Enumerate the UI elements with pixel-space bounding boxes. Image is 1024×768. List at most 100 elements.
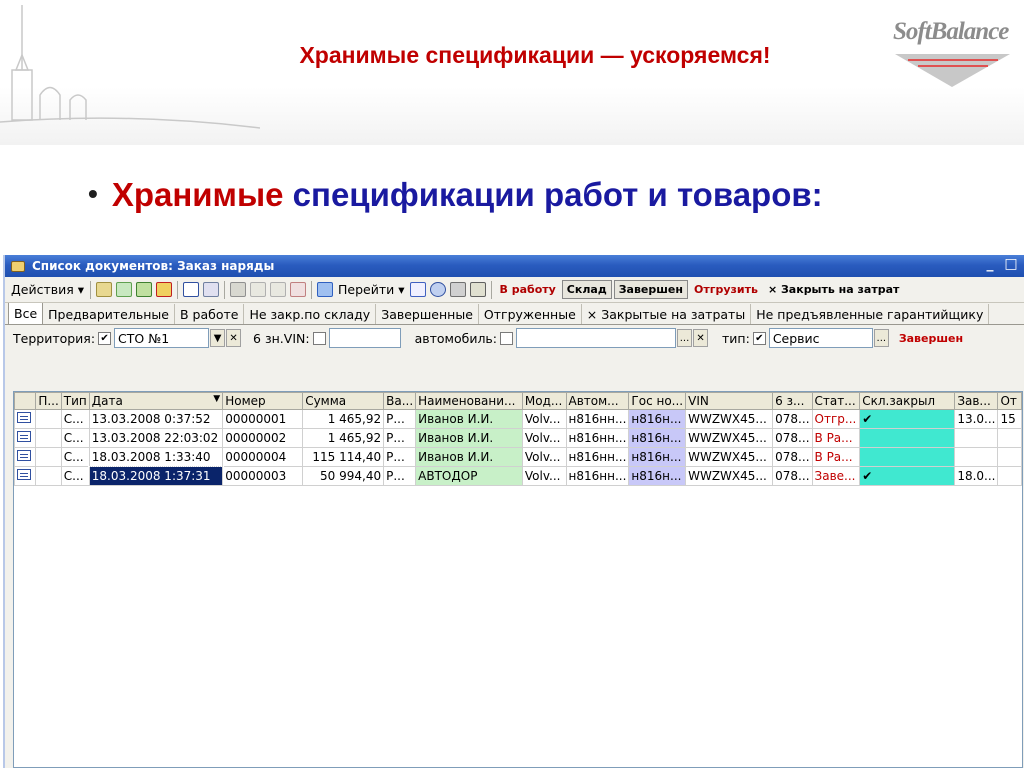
logo-text: SoftBalance	[893, 18, 1009, 45]
cell-type: С...	[60, 447, 90, 467]
tab-shipped[interactable]: Отгруженные	[479, 304, 582, 324]
cell-auto: н816нн...	[565, 447, 630, 467]
structure-icon[interactable]	[469, 282, 486, 297]
col-header-vin[interactable]: VIN	[685, 392, 774, 410]
filter-icon[interactable]	[270, 282, 286, 297]
tab-all[interactable]: Все	[8, 303, 44, 324]
territory-clear-button[interactable]: ✕	[226, 329, 242, 347]
territory-dropdown-button[interactable]: ▼	[210, 329, 226, 347]
window-titlebar[interactable]: Список документов: Заказ наряды _ □	[5, 255, 1024, 277]
tab-not-presented-warranty[interactable]: Не предъявленные гарантийщику	[751, 304, 990, 324]
tab-closed-costs[interactable]: × Закрытые на затраты	[582, 304, 752, 324]
cell-number: 00000002	[222, 428, 304, 448]
edit-icon[interactable]	[136, 282, 152, 297]
vin-field[interactable]	[328, 328, 401, 348]
cell-finished: 13.0...	[954, 409, 999, 429]
col-header-date[interactable]: Дата ▼	[88, 392, 224, 410]
col-header-six[interactable]: 6 з...	[772, 392, 813, 410]
col-header-name[interactable]: Наименовани...	[415, 392, 523, 410]
bullet-text-red: Хранимые	[111, 176, 284, 213]
cell-gos: н816н...	[628, 466, 687, 486]
interval-icon[interactable]	[183, 282, 199, 297]
cell-type: С...	[60, 428, 90, 448]
tab-in-work[interactable]: В работе	[175, 304, 245, 324]
col-header-closed[interactable]: Скл.закрыл	[859, 392, 956, 410]
slide-title: Хранимые спецификации — ускоряемся!	[299, 42, 771, 68]
tab-preliminary[interactable]: Предварительные	[43, 304, 175, 324]
actions-menu[interactable]: Действия ▾	[8, 282, 87, 297]
clear-filter-icon[interactable]	[290, 282, 306, 297]
col-header-sum[interactable]: Сумма	[302, 392, 385, 410]
separator	[90, 280, 91, 299]
delete-mark-icon[interactable]	[156, 282, 172, 297]
cell-currency: Р...	[383, 447, 417, 467]
minimize-button[interactable]: _	[981, 257, 999, 274]
cell-auto: н816нн...	[565, 409, 630, 429]
col-header-gos[interactable]: Гос но...	[628, 392, 687, 410]
type-field[interactable]: Сервис	[768, 328, 873, 348]
tab-finished[interactable]: Завершенные	[376, 304, 479, 324]
filter-bar: Территория: ✔ СТО №1 ▼ ✕ 6 зн.VIN: автом…	[5, 325, 1024, 351]
cell-closed[interactable]	[859, 447, 956, 467]
car-checkbox[interactable]	[500, 331, 514, 345]
finished-button[interactable]: Завершен	[613, 280, 688, 299]
col-header-model[interactable]: Мод...	[521, 392, 567, 410]
documents-table: П... Тип Дата ▼ Номер Сумма Ва... Наимено…	[13, 391, 1023, 768]
tab-not-closed-warehouse[interactable]: Не закр.по складу	[244, 304, 377, 324]
territory-field[interactable]: СТО №1	[114, 328, 210, 348]
col-header-auto[interactable]: Автом...	[565, 392, 630, 410]
type-select-button[interactable]: ...	[873, 329, 889, 347]
table-row[interactable]: С... 13.03.2008 0:37:52 00000001 1 465,9…	[13, 409, 1022, 429]
search-icon[interactable]	[203, 282, 219, 297]
add-icon[interactable]	[96, 282, 112, 297]
cell-currency: Р...	[383, 428, 417, 448]
cell-sum: 1 465,92	[302, 409, 385, 429]
cell-six: 078...	[772, 409, 813, 429]
cathedral-silhouette-icon	[0, 5, 260, 129]
col-header-finished[interactable]: Зав...	[954, 392, 999, 410]
cell-closed[interactable]	[859, 428, 956, 448]
warehouse-button[interactable]: Склад	[561, 280, 612, 299]
type-checkbox[interactable]: ✔	[752, 331, 766, 345]
print-icon[interactable]	[449, 282, 466, 297]
table-row[interactable]: С... 18.03.2008 1:37:31 00000003 50 994,…	[13, 465, 1022, 487]
cell-date: 13.03.2008 0:37:52	[88, 409, 224, 429]
document-icon	[17, 450, 31, 461]
table-row[interactable]: С... 18.03.2008 1:33:40 00000004 115 114…	[13, 447, 1022, 467]
goto-menu[interactable]: Перейти ▾	[335, 282, 408, 297]
col-header-type[interactable]: Тип	[60, 392, 90, 410]
close-costs-button[interactable]: × Закрыть на затрат	[764, 281, 903, 298]
cell-p	[35, 466, 62, 486]
cell-closed[interactable]: ✔	[859, 466, 956, 486]
document-list-window: Список документов: Заказ наряды _ □ Дейс…	[3, 255, 1024, 768]
cell-six: 078...	[772, 466, 813, 486]
cell-auto: н816нн...	[565, 428, 630, 448]
table-row[interactable]: С... 13.03.2008 22:03:02 00000002 1 465,…	[13, 428, 1022, 448]
tree-icon[interactable]	[250, 282, 266, 297]
territory-checkbox[interactable]: ✔	[98, 331, 112, 345]
based-on-icon[interactable]	[317, 282, 333, 297]
refresh-icon[interactable]	[409, 282, 426, 297]
cell-closed[interactable]: ✔	[859, 409, 956, 429]
add-copy-icon[interactable]	[116, 282, 132, 297]
softbalance-logo: SoftBalance	[880, 15, 1020, 90]
ship-button[interactable]: Отгрузить	[690, 281, 762, 298]
col-header-status[interactable]: Стат...	[811, 392, 861, 410]
col-header-currency[interactable]: Ва...	[383, 392, 417, 410]
cell-model: Volv...	[521, 466, 567, 486]
maximize-button[interactable]: □	[1002, 257, 1020, 274]
documents-grid: П... Тип Дата ▼ Номер Сумма Ва... Наимено…	[13, 392, 1022, 487]
cell-gos: н816н...	[628, 447, 687, 467]
col-header-number[interactable]: Номер	[222, 392, 304, 410]
help-icon[interactable]	[429, 282, 446, 297]
car-field[interactable]	[516, 328, 677, 348]
hierarchy-icon[interactable]	[230, 282, 246, 297]
cell-status: Отгр...	[811, 409, 861, 429]
col-header-icon[interactable]	[13, 392, 37, 410]
car-select-button[interactable]: ...	[677, 329, 693, 347]
car-clear-button[interactable]: ✕	[693, 329, 709, 347]
col-header-p[interactable]: П...	[35, 392, 62, 410]
to-work-button[interactable]: В работу	[496, 281, 560, 298]
col-header-ot[interactable]: От	[997, 392, 1022, 410]
vin-checkbox[interactable]	[312, 331, 326, 345]
